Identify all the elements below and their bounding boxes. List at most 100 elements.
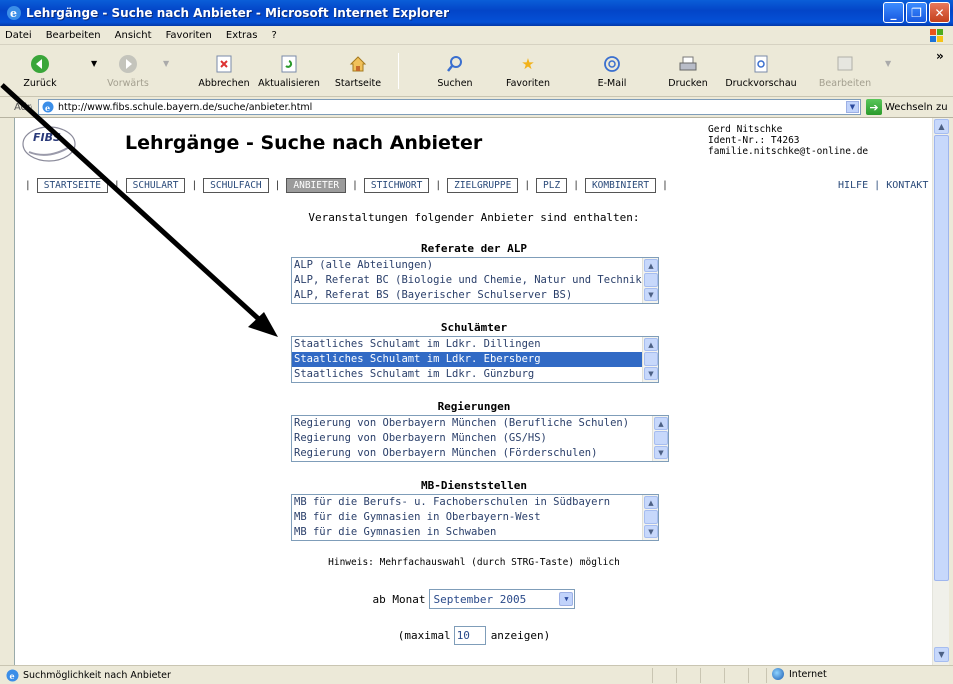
nav-stichwort[interactable]: STICHWORT [363,178,430,193]
nav-kombiniert[interactable]: KOMBINIERT [584,178,657,193]
scroll-down-icon[interactable]: ▼ [934,647,949,662]
list-option[interactable]: ALP, Referat BC (Biologie und Chemie, Na… [292,273,658,288]
month-select[interactable]: September 2005 ▼ [429,589,576,609]
windows-logo-icon [925,27,949,44]
favorites-button[interactable]: ★ Favoriten [503,45,553,97]
edit-button[interactable]: Bearbeiten [818,45,872,97]
print-button[interactable]: Drucken [668,45,708,97]
list-option[interactable]: ALP (alle Abteilungen) [292,258,658,273]
left-frame-edge [0,118,14,665]
listbox-scrollbar[interactable]: ▲ ▼ [642,495,658,540]
window-titlebar[interactable]: e Lehrgänge - Suche nach Anbieter - Micr… [0,0,953,26]
list-option[interactable]: Regierung von Oberbayern München (Berufl… [292,416,668,431]
user-info: Gerd Nitschke Ident-Nr.: T4263 familie.n… [708,124,868,157]
scroll-down-icon[interactable]: ▼ [644,525,658,538]
back-dropdown-icon[interactable]: ▼ [91,59,97,68]
refresh-button[interactable]: Aktualisieren [256,45,322,97]
ie-logo-icon: e [7,6,21,20]
address-bar: Adresse e http://www.fibs.schule.bayern.… [0,97,953,118]
scroll-up-icon[interactable]: ▲ [644,496,658,509]
nav-schulfach[interactable]: SCHULFACH [203,178,269,193]
menu-datei[interactable]: Datei [0,30,39,41]
help-contact: HILFE | KONTAKT [838,180,928,191]
address-label: Adresse [14,101,32,113]
listbox-alp[interactable]: ALP (alle Abteilungen) ALP, Referat BC (… [291,257,659,304]
forward-label: Vorwärts [107,78,149,89]
page-content: FIBS Lehrgänge - Suche nach Anbieter Ger… [14,118,932,665]
month-label: ab Monat [372,592,426,606]
listbox-mb[interactable]: MB für die Berufs- u. Fachoberschulen in… [291,494,659,541]
print-preview-button[interactable]: Druckvorschau [725,45,797,97]
nav-schulart[interactable]: SCHULART [125,178,186,193]
mail-button[interactable]: E-Mail [592,45,632,97]
close-button[interactable]: ✕ [929,2,950,23]
menu-extras[interactable]: Extras [219,30,265,41]
scroll-thumb[interactable] [934,135,949,581]
minimize-button[interactable]: _ [883,2,904,23]
scroll-down-icon[interactable]: ▼ [654,446,668,459]
list-option[interactable]: MB für die Gymnasien in Oberbayern-West [292,510,658,525]
scroll-down-icon[interactable]: ▼ [644,288,658,301]
forward-dropdown-icon[interactable]: ▼ [163,59,169,68]
toolbar-more-button[interactable]: » [936,49,944,63]
address-input[interactable]: e http://www.fibs.schule.bayern.de/suche… [38,99,861,115]
go-button[interactable]: ➔ Wechseln zu [866,99,948,115]
menu-ansicht[interactable]: Ansicht [108,30,159,41]
listbox-scrollbar[interactable]: ▲ ▼ [642,258,658,303]
status-text: Suchmöglichkeit nach Anbieter [23,669,171,681]
max-value: 10 [456,629,470,642]
page-scrollbar[interactable]: ▲ ▼ [932,118,949,665]
contact-link[interactable]: KONTAKT [886,180,928,191]
nav-startseite[interactable]: STARTSEITE [36,178,108,193]
favorites-label: Favoriten [506,78,550,89]
listbox-scrollbar[interactable]: ▲ ▼ [642,337,658,382]
stop-button[interactable]: Abbrechen [196,45,252,97]
help-link[interactable]: HILFE [838,180,868,191]
print-label: Drucken [668,78,708,89]
nav-anbieter[interactable]: ANBIETER [286,178,347,193]
help-separator: | [874,180,881,191]
listbox-scrollbar[interactable]: ▲ ▼ [652,416,668,461]
list-option[interactable]: MB für die Berufs- u. Fachoberschulen in… [292,495,658,510]
scroll-up-icon[interactable]: ▲ [934,119,949,134]
home-icon [347,53,369,75]
mail-icon [601,53,623,75]
list-option[interactable]: Regierung von Oberbayern München (Förder… [292,446,668,461]
list-option[interactable]: Regierung von Oberbayern München (GS/HS) [292,431,668,446]
scroll-thumb[interactable] [654,431,668,445]
scroll-up-icon[interactable]: ▲ [644,338,658,351]
listbox-schulaemter[interactable]: Staatliches Schulamt im Ldkr. Dillingen … [291,336,659,383]
list-option[interactable]: MB für die Gymnasien in Schwaben [292,525,658,540]
print-preview-label: Druckvorschau [725,78,797,89]
menu-favoriten[interactable]: Favoriten [159,30,219,41]
list-option[interactable]: ALP, Referat BS (Bayerischer Schulserver… [292,288,658,303]
back-button[interactable]: Zurück [20,45,60,97]
scroll-thumb[interactable] [644,352,658,366]
menu-bearbeiten[interactable]: Bearbeiten [39,30,108,41]
forward-button[interactable]: Vorwärts [103,45,153,97]
scroll-thumb[interactable] [644,510,658,524]
maximize-button[interactable]: ❐ [906,2,927,23]
search-button[interactable]: Suchen [435,45,475,97]
scroll-up-icon[interactable]: ▲ [644,259,658,272]
scroll-thumb[interactable] [644,273,658,287]
max-results-input[interactable]: 10 [453,626,486,645]
menu-bar: Datei Bearbeiten Ansicht Favoriten Extra… [0,26,953,45]
list-option[interactable]: Staatliches Schulamt im Ldkr. Günzburg [292,367,658,382]
scroll-down-icon[interactable]: ▼ [644,367,658,380]
address-dropdown-icon[interactable]: ▼ [846,101,859,113]
page-icon: e [42,101,54,113]
list-option[interactable]: Staatliches Schulamt im Ldkr. Dillingen [292,337,658,352]
chevron-down-icon[interactable]: ▼ [559,592,574,606]
section-heading-regierungen: Regierungen [437,400,511,413]
scroll-up-icon[interactable]: ▲ [654,417,668,430]
nav-zielgruppe[interactable]: ZIELGRUPPE [447,178,519,193]
nav-plz[interactable]: PLZ [536,178,568,193]
listbox-regierungen[interactable]: Regierung von Oberbayern München (Berufl… [291,415,669,462]
forward-arrow-icon [117,53,139,75]
list-option-selected[interactable]: Staatliches Schulamt im Ldkr. Ebersberg [292,352,658,367]
back-arrow-icon [29,53,51,75]
menu-help[interactable]: ? [265,30,284,41]
home-button[interactable]: Startseite [332,45,384,97]
edit-dropdown-icon[interactable]: ▼ [885,59,891,68]
